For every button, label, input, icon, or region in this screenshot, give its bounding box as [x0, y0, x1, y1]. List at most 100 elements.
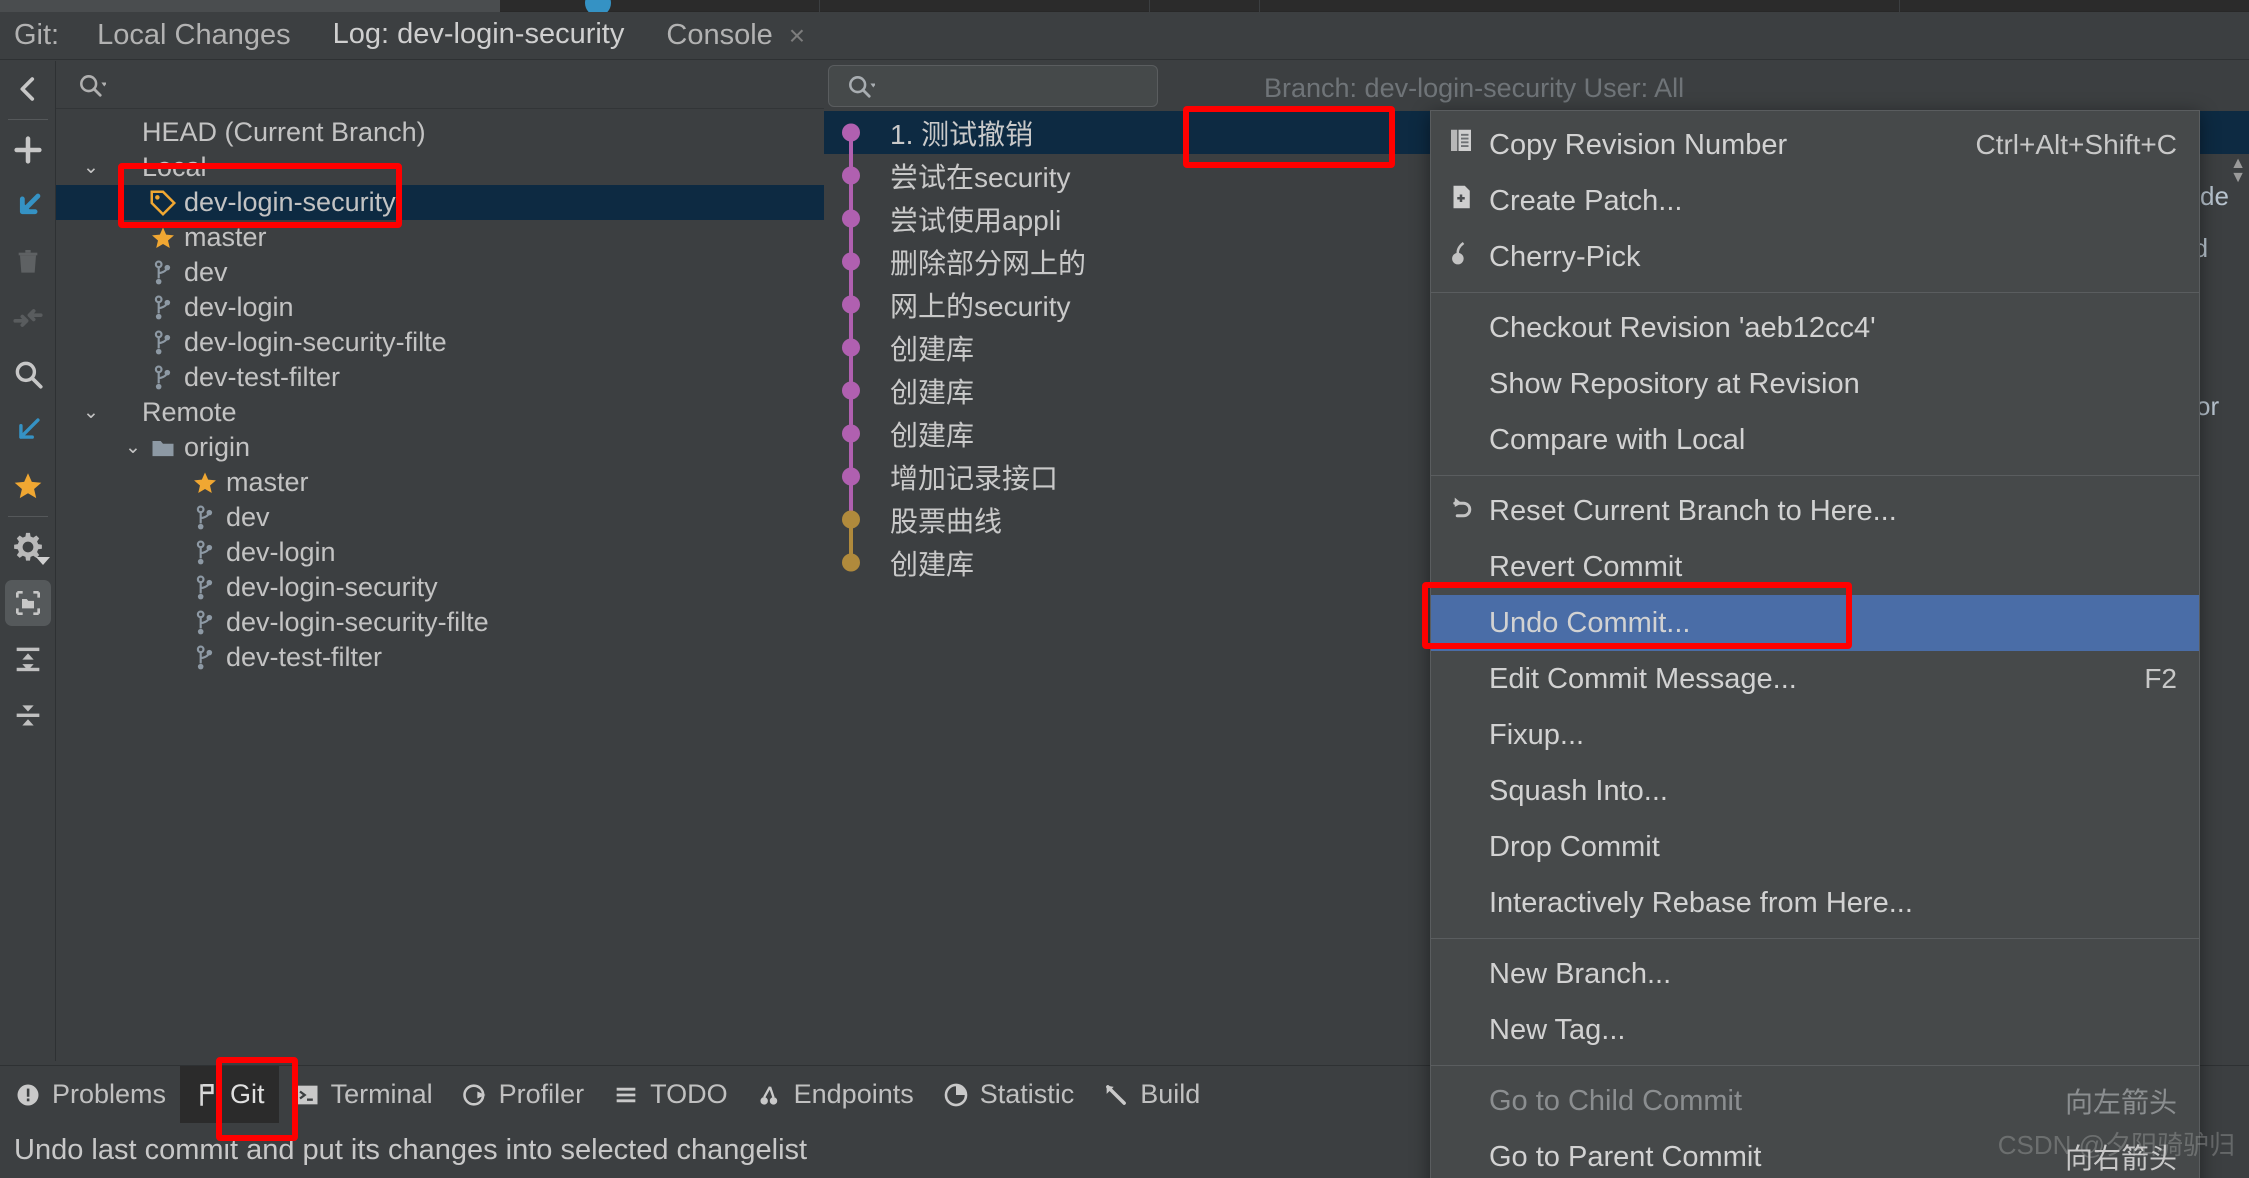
tool-window-button-terminal[interactable]: Terminal	[279, 1066, 447, 1124]
commit-message: 创建库	[890, 419, 975, 451]
gear-icon[interactable]	[0, 519, 56, 575]
favorite-star-icon[interactable]	[0, 458, 56, 514]
branch-tree-item[interactable]: master	[56, 220, 824, 255]
menu-item[interactable]: Edit Commit Message... F2	[1431, 651, 2199, 707]
menu-item[interactable]: Cherry-Pick	[1431, 229, 2199, 285]
sliver-seg	[480, 0, 820, 12]
branch-tree-item[interactable]: dev-login-security	[56, 570, 824, 605]
branch-tree-item[interactable]: ⌄ origin	[56, 430, 824, 465]
fetch-icon[interactable]	[0, 402, 56, 458]
menu-item[interactable]: Reset Current Branch to Here...	[1431, 483, 2199, 539]
branch-tree-item[interactable]: dev-login-security-filte	[56, 605, 824, 640]
menu-item-label: Squash Into...	[1489, 774, 1668, 807]
commit-message: 尝试使用appli	[890, 204, 1062, 236]
branch-tree-item[interactable]: HEAD (Current Branch)	[56, 115, 824, 150]
sliver-seg	[1030, 0, 1150, 12]
menu-item-shortcut: 向左箭头	[2064, 1087, 2177, 1118]
search-icon[interactable]	[0, 346, 56, 402]
delete-icon[interactable]	[0, 234, 56, 290]
branch-badge-label: de	[2200, 181, 2229, 211]
branch-icon	[146, 329, 180, 357]
search-icon[interactable]	[845, 72, 877, 107]
menu-item[interactable]: Compare with Local	[1431, 412, 2199, 468]
chevron-down-icon[interactable]: ⌄	[120, 436, 146, 459]
menu-item[interactable]: Checkout Revision 'aeb12cc4'	[1431, 300, 2199, 356]
menu-item-label: Drop Commit	[1489, 830, 1660, 863]
collapse-left-icon[interactable]	[0, 61, 56, 117]
chevron-down-icon[interactable]: ⌄	[78, 401, 104, 424]
log-scroll-arrows[interactable]: ▲ ▼	[2229, 156, 2247, 186]
menu-item[interactable]: Interactively Rebase from Here...	[1431, 875, 2199, 931]
branch-tree-item-label: dev-test-filter	[184, 362, 341, 392]
update-project-icon[interactable]	[0, 178, 56, 234]
branch-tree-item-label: dev	[184, 257, 228, 287]
tool-window-button-build[interactable]: Build	[1088, 1066, 1214, 1124]
branch-tree-item[interactable]: dev-login	[56, 535, 824, 570]
branch-tree-item[interactable]: dev	[56, 255, 824, 290]
branch-tree-item[interactable]: ⌄ Remote	[56, 395, 824, 430]
menu-item[interactable]: Squash Into...	[1431, 763, 2199, 819]
branch-icon	[188, 504, 222, 532]
menu-item[interactable]: Undo Commit...	[1431, 595, 2199, 651]
commit-graph-node	[824, 197, 878, 240]
tool-window-button-git[interactable]: Git	[180, 1065, 279, 1124]
menu-item-label: Copy Revision Number	[1489, 128, 1788, 161]
branch-tree-item-label: dev-login-security-filte	[226, 607, 489, 637]
hammer-icon	[1102, 1081, 1130, 1109]
log-search-input[interactable]	[891, 70, 1141, 102]
editor-tabs-sliver	[0, 0, 2249, 16]
commit-graph-node	[824, 412, 878, 455]
tab-log[interactable]: Log: dev-login-security	[332, 18, 624, 69]
menu-item[interactable]: Drop Commit	[1431, 819, 2199, 875]
collapse-all-icon[interactable]	[0, 687, 56, 743]
commit-message: 创建库	[890, 333, 975, 365]
branch-tree-item-label: dev-login-security-filte	[184, 327, 447, 357]
menu-item[interactable]: New Branch...	[1431, 946, 2199, 1002]
branch-tree-item[interactable]: dev	[56, 500, 824, 535]
compare-arrows-icon[interactable]	[0, 290, 56, 346]
branch-tree-item[interactable]: ⌄ Local	[56, 150, 824, 185]
tool-window-button-label: Problems	[52, 1079, 167, 1109]
branch-tree-item[interactable]: dev-test-filter	[56, 640, 824, 675]
branch-tree-item[interactable]: dev-test-filter	[56, 360, 824, 395]
branch-tree-item[interactable]: dev-login-security-filte	[56, 325, 824, 360]
branch-tree-item[interactable]: dev-login	[56, 290, 824, 325]
log-search-field[interactable]	[828, 65, 1158, 107]
tool-window-button-label: Endpoints	[793, 1079, 914, 1109]
tab-console[interactable]: Console	[666, 19, 772, 52]
commit-graph-node	[824, 498, 878, 541]
menu-item[interactable]: Copy Revision Number Ctrl+Alt+Shift+C	[1431, 117, 2199, 173]
commit-graph-node	[824, 455, 878, 498]
chevron-down-icon[interactable]: ⌄	[78, 156, 104, 179]
branch-tree-item-selected[interactable]: dev-login-security	[56, 185, 824, 220]
git-label: Git:	[14, 19, 60, 51]
branch-icon	[146, 259, 180, 287]
search-icon[interactable]	[76, 71, 108, 106]
show-details-icon[interactable]	[0, 575, 56, 631]
branch-tree-item-label: origin	[184, 432, 251, 462]
menu-item[interactable]: Create Patch...	[1431, 173, 2199, 229]
close-icon[interactable]: ×	[789, 20, 805, 52]
expand-all-icon[interactable]	[0, 631, 56, 687]
add-icon[interactable]	[0, 122, 56, 178]
branch-search-input[interactable]	[120, 69, 680, 101]
branch-icon	[188, 609, 222, 637]
menu-item[interactable]: Show Repository at Revision	[1431, 356, 2199, 412]
branch-tree-item-label: Remote	[142, 397, 237, 427]
tool-window-button-endpoints[interactable]: Endpoints	[742, 1066, 928, 1124]
branch-tree-item-label: dev-login	[184, 292, 294, 322]
tool-window-button-problems[interactable]: Problems	[0, 1066, 180, 1124]
menu-item[interactable]: New Tag...	[1431, 1002, 2199, 1058]
cherry-icon	[1441, 238, 1481, 276]
menu-item-label: Revert Commit	[1489, 550, 1683, 583]
tool-window-button-profiler[interactable]: Profiler	[447, 1066, 599, 1124]
menu-item[interactable]: Fixup...	[1431, 707, 2199, 763]
tool-window-button-todo[interactable]: TODO	[598, 1066, 742, 1124]
tool-window-button-statistic[interactable]: Statistic	[928, 1066, 1089, 1124]
tab-local-changes[interactable]: Local Changes	[97, 19, 290, 52]
menu-item[interactable]: Revert Commit	[1431, 539, 2199, 595]
list-icon	[612, 1081, 640, 1109]
commit-message: 股票曲线	[890, 505, 1003, 537]
branch-tree-item[interactable]: master	[56, 465, 824, 500]
tool-window-button-label: TODO	[650, 1079, 728, 1109]
